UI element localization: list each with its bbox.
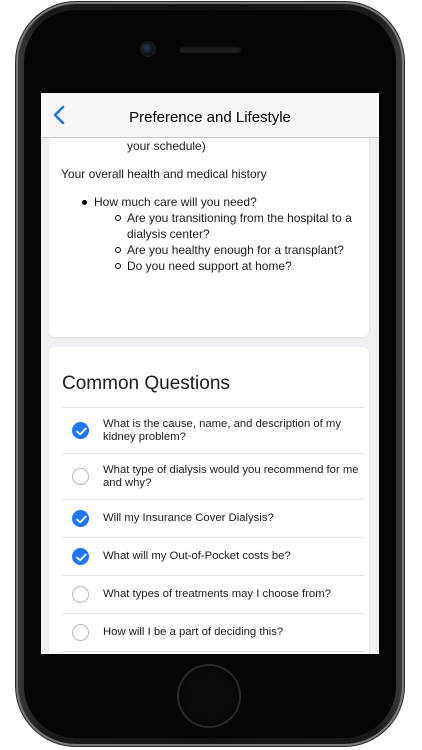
scroll-content[interactable]: your schedule) Your overall health and m… <box>41 137 379 654</box>
question-label: How will I be a part of deciding this? <box>103 626 284 638</box>
navigation-bar: Preference and Lifestyle <box>41 93 379 138</box>
sub-bullet-point <box>115 215 121 221</box>
question-row[interactable]: What will my Out-of-Pocket costs be? <box>62 538 364 576</box>
bullet-text: How much care will you need? <box>94 195 257 209</box>
question-row[interactable]: What type of dialysis would you recommen… <box>62 454 364 500</box>
question-row[interactable]: Will my Insurance Cover Dialysis? <box>62 500 364 538</box>
question-row[interactable]: Will I be able to travel? <box>62 652 364 654</box>
question-list: What is the cause, name, and description… <box>62 407 364 654</box>
empty-circle-icon[interactable] <box>72 468 89 485</box>
sub-bullet-text: Are you transitioning from the hospital … <box>127 211 352 225</box>
cut-off-line: your schedule) <box>127 139 206 153</box>
app-screen: Preference and Lifestyle your schedule) … <box>41 93 379 654</box>
page-title: Preference and Lifestyle <box>129 109 291 126</box>
question-row[interactable]: What types of treatments may I choose fr… <box>62 576 364 614</box>
empty-circle-icon[interactable] <box>72 586 89 603</box>
question-row[interactable]: What is the cause, name, and description… <box>62 408 364 454</box>
bullet-point <box>82 200 87 205</box>
sub-bullet-point <box>115 247 121 253</box>
sub-bullet-text: Do you need support at home? <box>127 259 292 273</box>
home-button[interactable] <box>179 666 239 726</box>
sub-bullet-point <box>115 263 121 269</box>
empty-circle-icon[interactable] <box>72 624 89 641</box>
checkmark-circle-icon[interactable] <box>72 548 89 565</box>
front-camera <box>142 43 154 55</box>
checkmark-circle-icon[interactable] <box>72 422 89 439</box>
common-questions-card: Common Questions What is the cause, name… <box>49 347 369 654</box>
checkmark-circle-icon[interactable] <box>72 510 89 527</box>
common-questions-title: Common Questions <box>62 373 230 394</box>
question-label: What types of treatments may I choose fr… <box>103 588 331 600</box>
question-label: What is the cause, name, and description… <box>103 418 341 443</box>
question-row[interactable]: How will I be a part of deciding this? <box>62 614 364 652</box>
sub-bullet-text-continued: dialysis center? <box>127 227 210 241</box>
sub-bullet-text: Are you healthy enough for a transplant? <box>127 243 344 257</box>
question-label: What will my Out-of-Pocket costs be? <box>103 550 291 562</box>
question-label: What type of dialysis would you recommen… <box>103 464 359 489</box>
section-heading: Your overall health and medical history <box>61 167 267 181</box>
info-card: your schedule) Your overall health and m… <box>49 137 369 337</box>
earpiece-speaker <box>179 46 241 53</box>
question-label: Will my Insurance Cover Dialysis? <box>103 512 274 524</box>
device-frame: Preference and Lifestyle your schedule) … <box>0 0 422 750</box>
